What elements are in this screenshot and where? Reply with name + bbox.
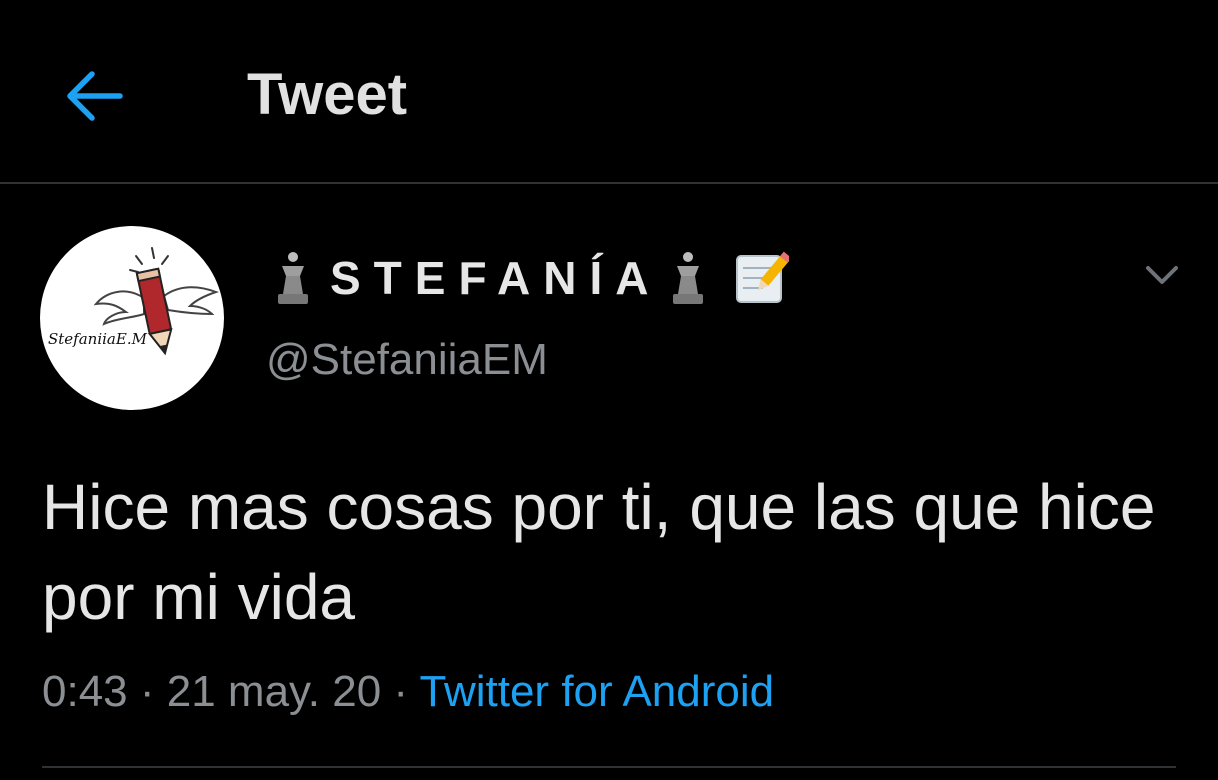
divider (42, 766, 1176, 768)
tweet-source-link[interactable]: Twitter for Android (420, 667, 775, 716)
page-title: Tweet (247, 62, 408, 127)
tweet-date: 21 may. 20 (166, 667, 382, 716)
chevron-down-icon (1146, 266, 1178, 284)
tweet-text: Hice mas cosas por ti, que las que hice … (42, 471, 1156, 633)
tweet-metadata: 0:43 · 21 may. 20 · Twitter for Android (42, 666, 774, 718)
arrow-left-icon (67, 71, 123, 121)
display-name[interactable]: STEFANÍA (270, 246, 790, 310)
user-handle[interactable]: @StefaniiaEM (266, 334, 548, 386)
chess-queen-icon (278, 252, 308, 304)
tweet-menu-button[interactable] (1140, 258, 1184, 294)
avatar[interactable]: StefaniiaE.M (40, 226, 224, 410)
back-button[interactable] (58, 60, 130, 132)
tweet-time: 0:43 (42, 667, 128, 716)
avatar-logo-text: StefaniiaE.M (48, 330, 147, 348)
meta-separator: · (139, 667, 155, 716)
display-name-text: STEFANÍA (330, 252, 662, 304)
chess-queen-icon (673, 252, 704, 304)
pencil-with-wings-logo (93, 247, 219, 356)
memo-icon (736, 251, 790, 303)
meta-separator: · (393, 667, 409, 716)
top-bar: Tweet (0, 0, 1218, 184)
